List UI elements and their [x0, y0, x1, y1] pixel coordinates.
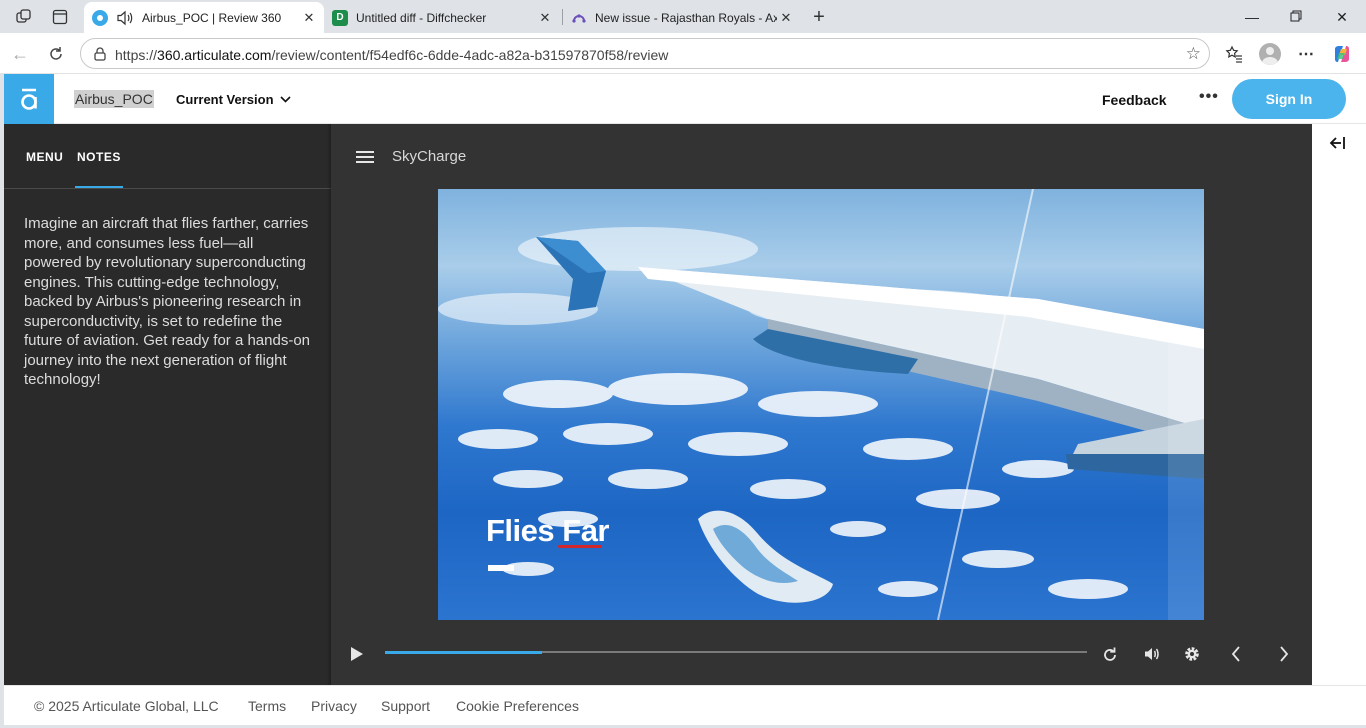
window-left-edge [0, 74, 4, 728]
copyright-text: © 2025 Articulate Global, LLC [34, 698, 219, 714]
browser-tab-bar: Airbus_POC | Review 360 ✕ D Untitled dif… [0, 0, 1366, 33]
copilot-icon[interactable] [1330, 42, 1354, 66]
issue-tracker-favicon-icon [571, 10, 587, 26]
footer-link-cookie-preferences[interactable]: Cookie Preferences [456, 698, 579, 714]
feedback-button[interactable]: Feedback [1102, 92, 1167, 108]
tab-new-issue[interactable]: New issue - Rajasthan Royals - Ax ✕ [563, 2, 801, 33]
restore-icon[interactable] [1284, 6, 1308, 28]
new-tab-icon[interactable]: + [808, 6, 830, 28]
course-player-title: SkyCharge [392, 148, 467, 165]
close-tab-icon[interactable]: ✕ [300, 10, 318, 26]
minimize-icon[interactable]: — [1240, 6, 1264, 28]
airplane-wing-image [438, 189, 1204, 620]
tab-title: New issue - Rajasthan Royals - Ax [595, 10, 777, 25]
caption-dash [488, 565, 514, 571]
back-icon[interactable]: ← [8, 42, 32, 66]
replay-icon[interactable] [1098, 642, 1122, 666]
close-tab-icon[interactable]: ✕ [777, 10, 795, 26]
close-window-icon[interactable]: ✕ [1330, 6, 1354, 28]
close-tab-icon[interactable]: ✕ [536, 10, 554, 26]
notes-sidebar: MENU NOTES Imagine an aircraft that flie… [4, 124, 331, 685]
tab-title: Untitled diff - Diffchecker [356, 10, 487, 25]
tab-menu[interactable]: MENU [26, 150, 63, 164]
player-controls [331, 634, 1312, 674]
sidebar-divider [4, 188, 331, 189]
course-title: Airbus_POC [74, 90, 154, 108]
tab-title: Airbus_POC | Review 360 [142, 10, 282, 25]
sign-in-button[interactable]: Sign In [1232, 79, 1346, 119]
browser-toolbar: ← https://360.articulate.com/review/cont… [0, 33, 1366, 74]
workspaces-icon[interactable] [13, 6, 35, 28]
play-icon[interactable] [345, 642, 369, 666]
expand-panel-icon[interactable] [1328, 136, 1346, 155]
diffchecker-favicon-icon: D [332, 9, 348, 26]
previous-slide-icon[interactable] [1224, 642, 1248, 666]
version-dropdown[interactable]: Current Version [176, 92, 291, 107]
hamburger-menu-icon[interactable] [356, 151, 374, 163]
profile-avatar[interactable] [1258, 42, 1282, 66]
tab-airbus-review[interactable]: Airbus_POC | Review 360 ✕ [84, 2, 324, 33]
page-footer: © 2025 Articulate Global, LLC Terms Priv… [4, 685, 1366, 725]
slide-canvas[interactable]: Flies Far [438, 189, 1204, 620]
url-text[interactable]: https://360.articulate.com/review/conten… [115, 47, 668, 63]
tab-actions-icon[interactable] [49, 6, 71, 28]
settings-gear-icon[interactable] [1180, 642, 1204, 666]
site-info-icon[interactable] [92, 46, 108, 62]
favorite-star-icon[interactable]: ☆ [1186, 44, 1201, 64]
slide-caption: Flies Far [486, 513, 610, 548]
review360-favicon-icon [92, 9, 108, 26]
seek-bar[interactable] [385, 650, 1087, 654]
browser-menu-icon[interactable]: ⋯ [1294, 42, 1318, 66]
tab-diffchecker[interactable]: D Untitled diff - Diffchecker ✕ [324, 2, 560, 33]
next-slide-icon[interactable] [1272, 642, 1296, 666]
favorites-icon[interactable] [1222, 42, 1246, 66]
address-bar[interactable]: https://360.articulate.com/review/conten… [80, 38, 1210, 69]
review-header: Airbus_POC Current Version Feedback ••• … [4, 74, 1366, 124]
slide-notes: Imagine an aircraft that flies farther, … [24, 215, 311, 388]
footer-link-terms[interactable]: Terms [248, 698, 286, 714]
more-options-icon[interactable]: ••• [1199, 88, 1219, 106]
articulate-logo[interactable] [4, 74, 54, 124]
course-player: SkyCharge Flies Far [331, 124, 1312, 685]
chevron-down-icon [279, 94, 291, 106]
speaker-icon[interactable] [116, 10, 134, 26]
footer-link-privacy[interactable]: Privacy [311, 698, 357, 714]
reload-icon[interactable] [44, 42, 68, 66]
footer-link-support[interactable]: Support [381, 698, 430, 714]
caption-accent-underline [558, 545, 602, 548]
tab-notes[interactable]: NOTES [77, 150, 121, 164]
seek-progress [385, 650, 542, 654]
volume-icon[interactable] [1140, 642, 1164, 666]
comments-panel-collapsed [1312, 124, 1366, 685]
